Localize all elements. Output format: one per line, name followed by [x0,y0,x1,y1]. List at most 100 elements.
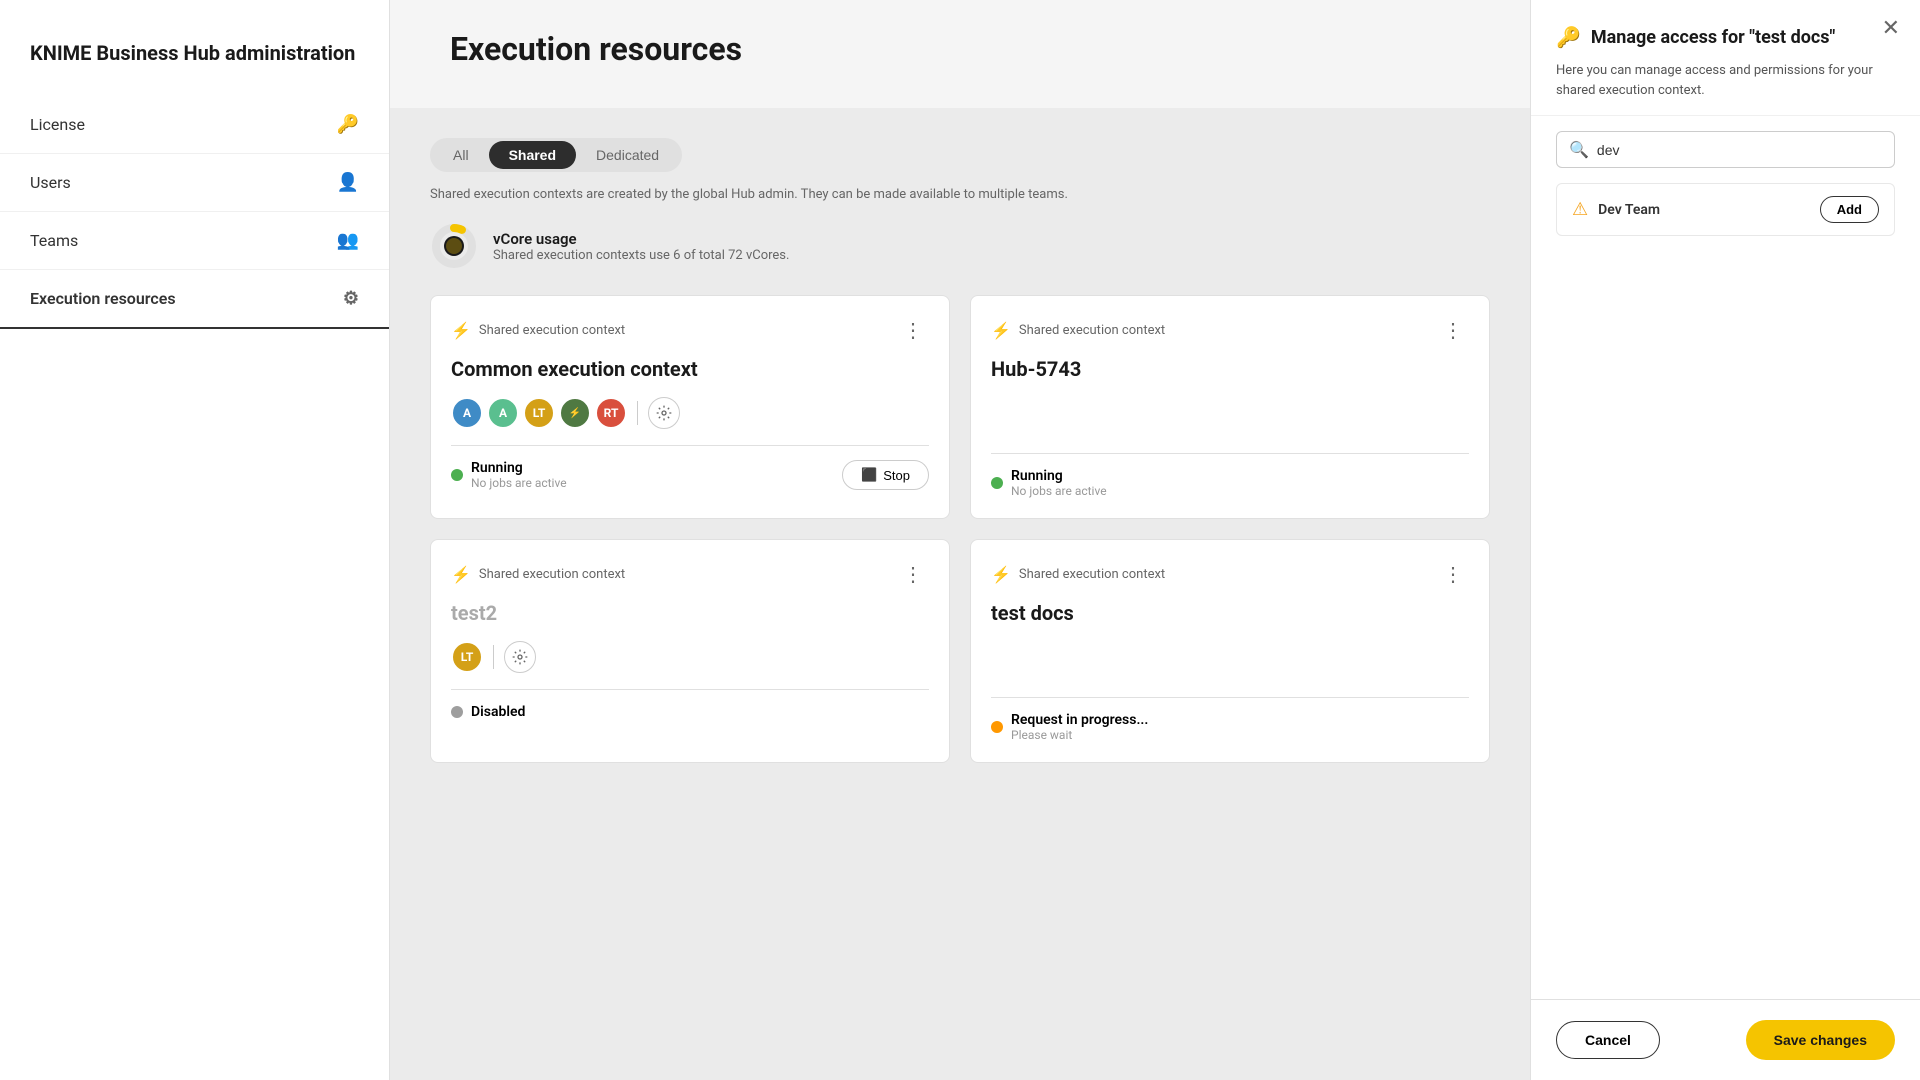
manage-access-icon[interactable] [504,641,536,673]
card-type: ⚡ Shared execution context [991,321,1165,340]
status-info: Request in progress... Please wait [1011,712,1148,742]
card-test2: ⚡ Shared execution context ⋮ test2 LT [430,539,950,763]
search-icon: 🔍 [1569,140,1589,159]
card-footer: Request in progress... Please wait [991,697,1469,742]
avatar-divider [637,401,638,425]
tab-all[interactable]: All [433,141,489,169]
card-avatars [991,641,1469,681]
card-footer: Disabled [451,689,929,720]
card-type: ⚡ Shared execution context [451,565,625,584]
sidebar-title: KNIME Business Hub administration [0,0,389,96]
status-sub: No jobs are active [1011,484,1107,498]
card-avatars: A A LT ⚡ RT [451,397,929,429]
avatar: LT [523,397,555,429]
sidebar: KNIME Business Hub administration Licens… [0,0,390,1080]
card-name: test docs [991,601,1469,625]
card-avatars [991,397,1469,437]
teams-label: Teams [30,231,78,250]
add-button[interactable]: Add [1820,196,1879,223]
sidebar-item-teams[interactable]: Teams 👥 [0,212,389,270]
result-item-left: ⚠ Dev Team [1572,199,1660,220]
card-menu-button[interactable]: ⋮ [1437,316,1469,345]
sidebar-item-users[interactable]: Users 👤 [0,154,389,212]
card-header: ⚡ Shared execution context ⋮ [451,316,929,345]
vcore-donut [430,222,478,270]
user-icon: 👤 [337,172,359,193]
card-name: Hub-5743 [991,357,1469,381]
card-name: test2 [451,601,929,625]
tab-shared[interactable]: Shared [489,141,576,169]
card-type-label: Shared execution context [479,567,625,582]
sidebar-item-execution-resources[interactable]: Execution resources ⚙ [0,270,389,329]
status-info: Running No jobs are active [471,460,567,490]
status-dot [991,721,1003,733]
card-hub-5743: ⚡ Shared execution context ⋮ Hub-5743 Ru… [970,295,1490,519]
status-indicator: Running No jobs are active [451,460,567,490]
warning-icon: ⚠ [1572,199,1588,220]
card-header: ⚡ Shared execution context ⋮ [991,316,1469,345]
filter-tabs: All Shared Dedicated [430,138,682,172]
status-dot [991,477,1003,489]
avatar: RT [595,397,627,429]
page-title: Execution resources [450,30,1490,68]
card-avatars: LT [451,641,929,673]
result-item: ⚠ Dev Team Add [1556,183,1895,236]
content-area: All Shared Dedicated Shared execution co… [390,108,1530,1080]
filter-description: Shared execution contexts are created by… [430,187,1490,202]
status-indicator: Running No jobs are active [991,468,1107,498]
users-label: Users [30,173,71,192]
status-indicator: Disabled [451,704,525,720]
stop-button[interactable]: ⬛ Stop [842,460,929,490]
sidebar-item-license[interactable]: License 🔑 [0,96,389,154]
tab-dedicated[interactable]: Dedicated [576,141,679,169]
panel-search: 🔍 [1531,116,1920,183]
panel-title: Manage access for "test docs" [1591,27,1835,48]
search-input[interactable] [1597,142,1882,158]
users-icon: 👥 [337,230,359,251]
card-menu-button[interactable]: ⋮ [897,316,929,345]
card-type: ⚡ Shared execution context [451,321,625,340]
cancel-button[interactable]: Cancel [1556,1021,1660,1059]
vcore-info: vCore usage Shared execution contexts us… [493,230,789,263]
stop-label: Stop [883,468,910,483]
search-input-wrapper: 🔍 [1556,131,1895,168]
stop-icon: ⬛ [861,467,877,483]
license-label: License [30,115,85,134]
status-text: Disabled [471,704,525,720]
avatar: A [487,397,519,429]
panel-results: ⚠ Dev Team Add [1531,183,1920,999]
card-common-execution-context: ⚡ Shared execution context ⋮ Common exec… [430,295,950,519]
panel-description: Here you can manage access and permissio… [1556,61,1895,100]
sidebar-nav: License 🔑 Users 👤 Teams 👥 Execution reso… [0,96,389,329]
status-dot [451,706,463,718]
status-text: Running [471,460,567,476]
card-test-docs: ⚡ Shared execution context ⋮ test docs R… [970,539,1490,763]
panel-title-row: 🔑 Manage access for "test docs" [1556,25,1895,49]
result-item-name: Dev Team [1598,202,1660,218]
key-icon: 🔑 [1556,25,1581,49]
shared-context-icon: ⚡ [451,321,471,340]
card-type-label: Shared execution context [1019,323,1165,338]
avatar: LT [451,641,483,673]
main-header: Execution resources [390,0,1530,108]
manage-access-icon[interactable] [648,397,680,429]
status-text: Running [1011,468,1107,484]
card-type-label: Shared execution context [479,323,625,338]
card-menu-button[interactable]: ⋮ [897,560,929,589]
card-type: ⚡ Shared execution context [991,565,1165,584]
save-changes-button[interactable]: Save changes [1746,1020,1895,1060]
cards-grid: ⚡ Shared execution context ⋮ Common exec… [430,295,1490,763]
status-sub: Please wait [1011,728,1148,742]
card-footer: Running No jobs are active ⬛ Stop [451,445,929,490]
shared-context-icon: ⚡ [991,321,1011,340]
shared-context-icon: ⚡ [451,565,471,584]
status-dot [451,469,463,481]
vcore-title: vCore usage [493,230,789,248]
status-sub: No jobs are active [471,476,567,490]
vcore-bar: vCore usage Shared execution contexts us… [430,222,1490,270]
close-button[interactable]: ✕ [1882,15,1900,41]
vcore-subtitle: Shared execution contexts use 6 of total… [493,248,789,263]
card-menu-button[interactable]: ⋮ [1437,560,1469,589]
execution-resources-label: Execution resources [30,289,176,308]
avatar: A [451,397,483,429]
